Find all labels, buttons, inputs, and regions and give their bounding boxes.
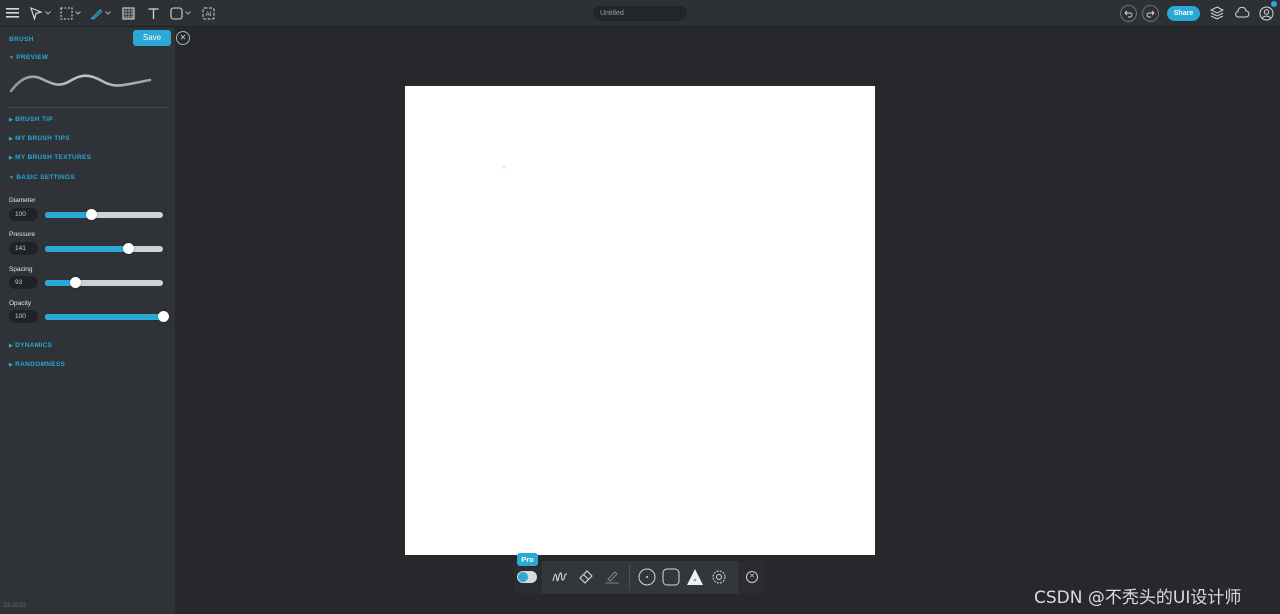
section-preview[interactable]: ▼ PREVIEW	[9, 54, 48, 61]
section-my-brush-tips[interactable]: ▶ MY BRUSH TIPS	[9, 135, 70, 142]
slider-fill	[45, 246, 128, 252]
section-my-brush-textures[interactable]: ▶ MY BRUSH TEXTURES	[9, 154, 91, 161]
divider	[9, 107, 168, 108]
section-label: MY BRUSH TEXTURES	[15, 154, 92, 161]
section-label: MY BRUSH TIPS	[15, 135, 70, 142]
slider-thumb[interactable]	[122, 243, 134, 254]
layers-icon[interactable]	[1210, 4, 1224, 22]
undo-icon[interactable]	[1120, 5, 1137, 22]
chevron-right-icon: ▶	[9, 343, 14, 349]
close-icon: ✕	[179, 33, 187, 42]
section-basic-settings[interactable]: ▼ BASIC SETTINGS	[9, 174, 75, 181]
share-button[interactable]: Share	[1167, 6, 1200, 21]
brush-preview-stroke	[9, 74, 152, 93]
texture-icon[interactable]	[122, 4, 135, 22]
section-label: PREVIEW	[16, 54, 49, 61]
section-label: BRUSH TIP	[15, 116, 53, 123]
brush-panel: BRUSH Save ▼ PREVIEW ▶ BRUSH TIP ▶ MY BRUSH…	[0, 27, 175, 614]
notification-badge	[1271, 1, 1277, 7]
stroke-icon[interactable]	[551, 568, 569, 586]
section-label: BASIC SETTINGS	[16, 174, 75, 181]
svg-text:AI: AI	[206, 12, 212, 18]
chevron-right-icon: ▶	[9, 155, 14, 161]
timestamp: 23:10:22	[3, 603, 27, 609]
circle-dot-icon[interactable]	[638, 568, 656, 586]
section-randomness[interactable]: ▶ RANDOMNESS	[9, 361, 65, 368]
settings-gear-icon[interactable]	[710, 568, 728, 586]
close-toolbar-button[interactable]: ✕	[746, 571, 758, 583]
section-label: RANDOMNESS	[15, 361, 66, 368]
close-panel-button[interactable]: ✕	[176, 31, 190, 45]
toggle-knob	[518, 572, 528, 582]
spacing-slider[interactable]	[45, 277, 163, 288]
slider-fill	[45, 212, 92, 218]
slider-thumb[interactable]	[158, 311, 169, 322]
eraser-icon[interactable]	[577, 568, 595, 586]
chevron-right-icon: ▶	[9, 136, 14, 142]
canvas-mark	[502, 165, 506, 169]
rounded-square-icon[interactable]	[662, 568, 680, 586]
pressure-slider[interactable]	[45, 243, 163, 254]
marquee-select-icon[interactable]	[60, 4, 81, 22]
slider-fill	[45, 314, 163, 320]
divider	[629, 565, 630, 590]
chevron-down-icon: ▼	[9, 55, 15, 61]
slider-thumb[interactable]	[69, 277, 81, 288]
cloud-icon[interactable]	[1234, 4, 1250, 22]
diameter-label: Diameter	[9, 197, 36, 204]
save-button[interactable]: Save	[133, 30, 171, 46]
slider-thumb[interactable]	[86, 209, 98, 220]
chevron-down-icon: ▼	[9, 175, 15, 181]
section-brush-tip[interactable]: ▶ BRUSH TIP	[9, 116, 53, 123]
pro-toggle[interactable]	[517, 571, 537, 583]
watermark: CSDN @不秃头的UI设计师	[1034, 588, 1242, 608]
text-icon[interactable]	[147, 4, 160, 22]
document-title[interactable]: Untitled	[593, 6, 687, 21]
pro-badge: Pro	[517, 553, 538, 566]
app-root: AI Untitled Share BRUSH Save ▼ PREVIEW ▶…	[0, 0, 1280, 614]
top-toolbar: AI Untitled Share	[0, 0, 1280, 27]
diameter-slider[interactable]	[45, 209, 163, 220]
drawing-canvas[interactable]	[405, 86, 875, 555]
panel-title: BRUSH	[9, 36, 34, 43]
redo-icon[interactable]	[1142, 5, 1159, 22]
menu-icon[interactable]	[6, 4, 20, 22]
pressure-input[interactable]: 141	[9, 242, 38, 255]
select-arrow-icon[interactable]	[30, 4, 51, 22]
section-dynamics[interactable]: ▶ DYNAMICS	[9, 342, 52, 349]
diameter-input[interactable]: 100	[9, 208, 38, 221]
close-icon: ✕	[749, 573, 755, 580]
section-label: DYNAMICS	[15, 342, 53, 349]
pressure-label: Pressure	[9, 231, 36, 238]
chevron-right-icon: ▶	[9, 362, 14, 368]
opacity-slider[interactable]	[45, 311, 169, 322]
opacity-input[interactable]: 100	[9, 310, 38, 323]
spacing-input[interactable]: 93	[9, 276, 38, 289]
triangle-icon[interactable]	[686, 568, 704, 586]
shape-icon[interactable]	[170, 4, 191, 22]
spacing-label: Spacing	[9, 266, 33, 273]
chevron-right-icon: ▶	[9, 117, 14, 123]
smudge-icon[interactable]	[603, 568, 621, 586]
ai-icon[interactable]: AI	[202, 4, 215, 22]
opacity-label: Opacity	[9, 300, 32, 307]
brush-icon[interactable]	[90, 4, 111, 22]
